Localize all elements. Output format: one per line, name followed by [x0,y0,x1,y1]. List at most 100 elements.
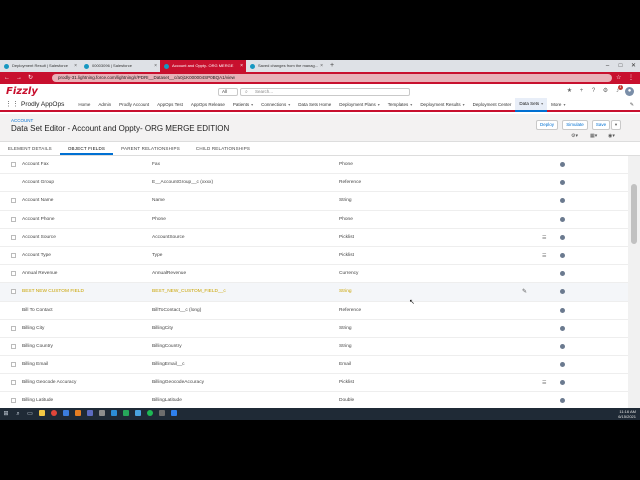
help-icon[interactable]: ? [589,87,598,96]
forward-icon[interactable]: → [16,72,22,84]
table-row[interactable]: Account Phone Phone Phone [0,211,628,229]
view-toggle-icon[interactable]: ▦▾ [590,132,597,140]
table-row[interactable]: Billing Email BillingEmail__c Email [0,356,628,375]
table-row[interactable]: Account Name Name String [0,192,628,211]
windows-start-icon[interactable]: ⊞ [0,408,12,420]
taskbar-search-icon[interactable]: ⌕ [12,408,24,420]
nav-item[interactable]: Data Sets ▾ [515,98,548,112]
subtab[interactable]: ELEMENT DETAILS [0,142,60,155]
field-settings-gear-icon[interactable] [560,343,565,349]
add-icon[interactable]: + [577,87,586,96]
browser-tab[interactable]: Account and Oppty- ORG MERGE × [160,60,246,72]
setup-gear-icon[interactable]: ⚙ [601,87,610,96]
subtab[interactable]: CHILD RELATIONSHIPS [188,142,258,155]
table-row[interactable]: Account Group E__AccountGroup__c (xxxx) Re… [0,174,628,193]
settings-gear-icon[interactable]: ⚙▾ [571,132,578,140]
field-settings-gear-icon[interactable] [560,362,565,368]
nav-item[interactable]: Admin [94,99,115,111]
scrollbar-thumb[interactable] [631,184,637,244]
row-checkbox[interactable] [11,162,16,167]
table-row[interactable]: Account Fax Fax Phone [0,156,628,175]
star-icon[interactable]: ☆ [616,72,621,84]
system-clock[interactable]: 11:16 AM 6/15/2021 [618,409,636,419]
tab-close-icon[interactable]: × [320,60,323,72]
table-row[interactable]: Bill To Contact BillToContact__c (long) Re… [0,302,628,320]
maximize-icon[interactable]: □ [614,60,627,72]
field-settings-gear-icon[interactable] [560,398,565,404]
nav-item[interactable]: Connections ▾ [257,99,294,111]
table-row[interactable]: Billing Country BillingCountry String [0,338,628,357]
row-checkbox[interactable] [11,216,16,222]
minimize-icon[interactable]: – [601,60,614,72]
app-icon-8[interactable] [156,408,168,420]
new-tab-icon[interactable]: + [326,60,338,72]
chevron-down-icon[interactable]: ▾ [378,102,380,107]
chevron-down-icon[interactable]: ▾ [288,102,290,107]
chrome-icon[interactable] [48,408,60,420]
table-row[interactable]: Billing Geocode Accuracy BillingGeocodeAc… [0,374,628,393]
tab-close-icon[interactable]: × [240,60,243,72]
nav-item[interactable]: Templates ▾ [384,99,417,111]
chevron-down-icon[interactable]: ▾ [541,101,543,106]
app-icon-5[interactable] [108,408,120,420]
app-icon-9[interactable] [168,408,180,420]
close-window-icon[interactable]: ✕ [627,60,640,72]
app-icon-2[interactable] [72,408,84,420]
tab-close-icon[interactable]: × [154,60,157,72]
app-icon-4[interactable] [96,408,108,420]
picklist-values-icon[interactable]: ☰ [542,229,546,247]
picklist-values-icon[interactable]: ☰ [542,374,546,392]
spotify-icon[interactable] [144,408,156,420]
nav-item[interactable]: AppOps Release [187,99,229,111]
chevron-down-icon[interactable]: ▾ [563,102,565,107]
nav-item[interactable]: Deployment Center [469,99,516,111]
global-search-input[interactable]: ⌕ Search... [240,88,410,96]
favorites-icon[interactable]: ★ [565,87,574,96]
edit-nav-pencil-icon[interactable]: ✎ [630,102,634,108]
nav-item[interactable]: AppOps Test [153,99,187,111]
subtab[interactable]: PARENT RELATIONSHIPS [113,142,188,155]
nav-item[interactable]: Deployment Plans ▾ [335,99,384,111]
url-field[interactable]: prodly-31.lightning.force.com/lightning/… [52,74,612,82]
edit-pencil-icon[interactable]: ✎ [522,283,527,301]
chevron-down-icon[interactable]: ▾ [410,102,412,107]
field-settings-gear-icon[interactable] [560,325,565,331]
nav-item[interactable]: Deployment Results ▾ [416,99,468,111]
row-checkbox[interactable] [11,198,16,204]
app-icon-1[interactable] [60,408,72,420]
nav-item[interactable]: More ▾ [547,99,569,111]
browser-tab[interactable]: 00003096 | Salesforce × [80,60,160,72]
app-icon-3[interactable] [84,408,96,420]
deploy-button[interactable]: Deploy [536,120,558,130]
visibility-eye-icon[interactable]: ◉▾ [608,132,615,140]
field-settings-gear-icon[interactable] [560,234,565,240]
table-row[interactable]: Account Source AccountSource Picklist ☰ [0,229,628,247]
nav-item[interactable]: Patients ▾ [229,99,257,111]
task-view-icon[interactable]: ▭ [24,408,36,420]
browser-tab[interactable]: Deployment Result | Salesforce × [0,60,80,72]
field-settings-gear-icon[interactable] [560,216,565,222]
app-icon-7[interactable] [132,408,144,420]
field-settings-gear-icon[interactable] [560,380,565,386]
nav-item[interactable]: Home [74,99,94,111]
tab-close-icon[interactable]: × [74,60,77,72]
menu-dots-icon[interactable]: ⋮ [628,72,634,84]
nav-item[interactable]: Data Sets Home [294,99,335,111]
notifications-bell-icon[interactable]: ♪ 1 [613,85,623,96]
breadcrumb[interactable]: ACCOUNT [11,118,33,123]
avatar[interactable]: ● [625,87,634,96]
row-checkbox[interactable] [11,325,16,331]
app-icon-6[interactable] [120,408,132,420]
field-settings-gear-icon[interactable] [560,307,565,313]
chevron-down-icon[interactable]: ▾ [251,102,253,107]
table-row[interactable]: Billing City BillingCity String [0,320,628,338]
app-launcher-icon[interactable]: ⋮⋮ [5,99,19,111]
row-checkbox[interactable] [11,380,16,386]
field-settings-gear-icon[interactable] [560,162,565,167]
search-scope-select[interactable]: All [218,88,238,96]
scrollbar[interactable] [628,156,640,420]
row-checkbox[interactable] [11,343,16,349]
simulate-button[interactable]: Simulate [562,120,588,130]
file-explorer-icon[interactable] [36,408,48,420]
back-icon[interactable]: ← [4,72,10,84]
